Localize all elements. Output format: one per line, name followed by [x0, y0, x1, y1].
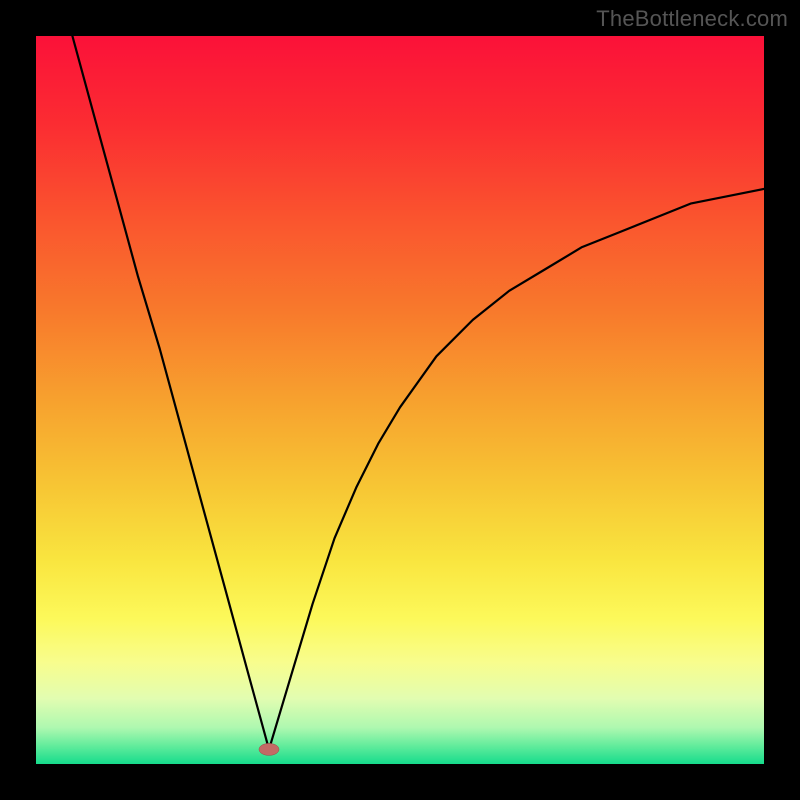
min-point-marker: [259, 743, 279, 755]
bottleneck-plot: [36, 36, 764, 764]
gradient-background: [36, 36, 764, 764]
watermark-text: TheBottleneck.com: [596, 6, 788, 32]
plot-area: [36, 36, 764, 764]
chart-frame: TheBottleneck.com: [0, 0, 800, 800]
